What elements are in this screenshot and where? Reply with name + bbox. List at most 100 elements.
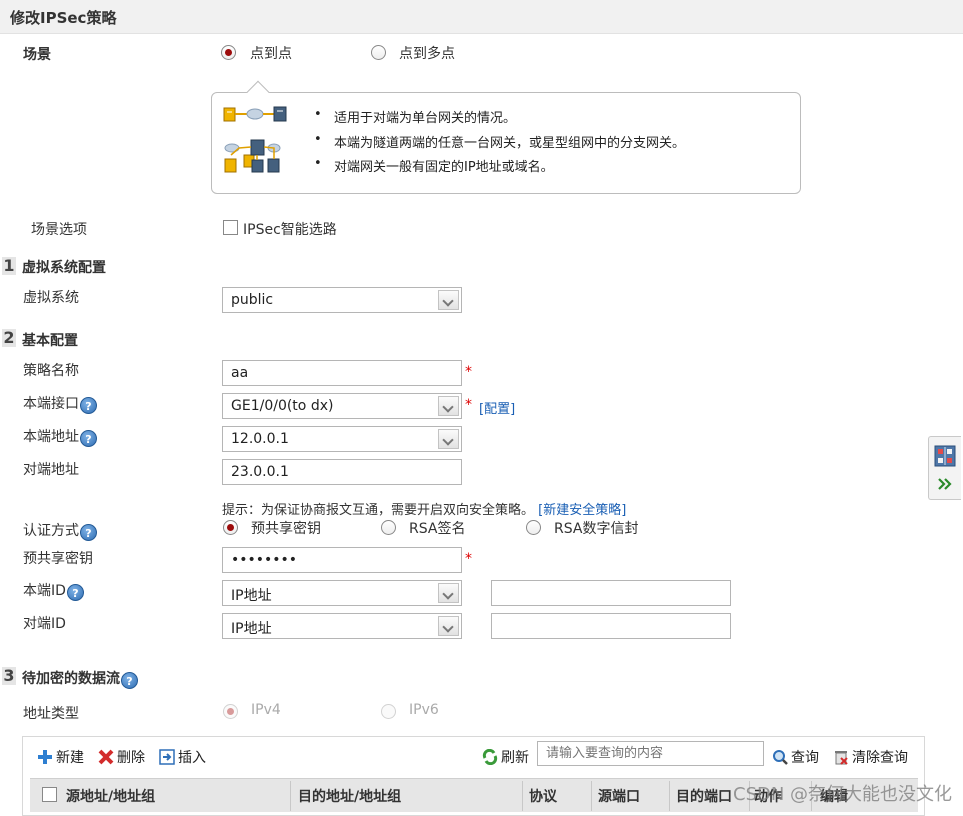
required-mark: * [465, 364, 472, 380]
col-destination-port[interactable]: 目的端口 [676, 786, 732, 806]
auth-rsa-envelope-label[interactable]: RSA数字信封 [554, 518, 638, 538]
chevron-down-icon[interactable] [438, 396, 459, 416]
help-icon[interactable]: ? [80, 524, 97, 541]
help-icon[interactable]: ? [121, 672, 138, 689]
help-icon[interactable]: ? [80, 430, 97, 447]
new-security-policy-link[interactable]: [新建安全策略] [538, 503, 626, 518]
chevron-down-icon[interactable] [438, 616, 459, 636]
peer-address-input[interactable] [222, 459, 462, 485]
page-title: 修改IPSec策略 [10, 9, 117, 27]
local-interface-value: GE1/0/0(to dx) [231, 398, 334, 414]
section-1-number: 1 [2, 256, 16, 275]
watermark: CSDN @奈何大能也没文化 [733, 784, 953, 805]
psk-label: 预共享密钥 [23, 551, 93, 567]
local-address-label: 本端地址? [23, 426, 97, 447]
col-source-address[interactable]: 源地址/地址组 [66, 786, 155, 806]
ipv6-radio[interactable] [381, 704, 396, 719]
refresh-button[interactable]: 刷新 [482, 747, 529, 767]
double-chevron-right-icon[interactable] [937, 477, 953, 491]
search-icon [772, 749, 788, 765]
section-3-title-text: 待加密的数据流 [22, 671, 120, 687]
required-mark: * [465, 551, 472, 567]
topology-panel-icon[interactable] [934, 445, 956, 467]
local-interface-label-text: 本端接口 [23, 396, 79, 412]
psk-input[interactable] [222, 547, 462, 573]
delete-button-label: 删除 [117, 750, 145, 766]
local-interface-label: 本端接口? [23, 393, 97, 414]
refresh-icon [482, 748, 498, 766]
local-address-value: 12.0.0.1 [231, 431, 289, 447]
help-icon[interactable]: ? [80, 397, 97, 414]
insert-button[interactable]: 插入 [159, 747, 206, 767]
scenario-p2mp-label[interactable]: 点到多点 [399, 43, 455, 63]
ipv4-label[interactable]: IPv4 [251, 702, 281, 718]
local-id-label: 本端ID? [23, 580, 84, 601]
select-all-checkbox[interactable] [42, 787, 57, 802]
chevron-down-icon[interactable] [438, 583, 459, 603]
peer-id-input[interactable] [491, 613, 731, 639]
info-bullet-3: 对端网关一般有固定的IP地址或域名。 [314, 156, 554, 175]
local-id-type-select[interactable]: IP地址 [222, 580, 462, 606]
search-button[interactable]: 查询 [772, 747, 819, 767]
smart-route-checkbox[interactable] [223, 220, 238, 235]
section-1-title: 虚拟系统配置 [22, 260, 106, 276]
section-3-title: 待加密的数据流? [22, 668, 138, 689]
help-icon[interactable]: ? [66, 584, 84, 601]
col-destination-address[interactable]: 目的地址/地址组 [298, 786, 401, 806]
local-id-input[interactable] [491, 580, 731, 606]
col-protocol[interactable]: 协议 [529, 786, 557, 806]
trash-icon [833, 749, 849, 765]
col-source-port[interactable]: 源端口 [598, 786, 640, 806]
local-address-label-text: 本端地址 [23, 429, 79, 445]
clear-search-button[interactable]: 清除查询 [833, 747, 908, 767]
smart-route-label[interactable]: IPSec智能选路 [243, 219, 337, 239]
local-id-label-text: 本端ID [23, 583, 66, 599]
auth-rsa-sign-label[interactable]: RSA签名 [409, 518, 465, 538]
delete-icon [98, 749, 114, 765]
section-3-number: 3 [2, 666, 16, 685]
vsys-label: 虚拟系统 [23, 290, 79, 306]
scenario-option-label: 场景选项 [31, 222, 87, 238]
auth-rsa-sign-radio[interactable] [381, 520, 396, 535]
address-type-label: 地址类型 [23, 706, 79, 722]
local-id-type-value: IP地址 [231, 588, 272, 604]
section-2-number: 2 [2, 328, 16, 347]
config-link[interactable]: [配置] [479, 398, 515, 417]
policy-name-label: 策略名称 [23, 363, 79, 379]
policy-name-input[interactable] [222, 360, 462, 386]
scenario-p2p-radio[interactable] [221, 45, 236, 60]
clear-search-button-label: 清除查询 [852, 750, 908, 766]
auth-method-label: 认证方式? [23, 520, 97, 541]
auth-psk-label[interactable]: 预共享密钥 [251, 518, 321, 538]
refresh-button-label: 刷新 [501, 750, 529, 766]
new-button-label: 新建 [56, 750, 84, 766]
hint-text: 提示：为保证协商报文互通，需要开启双向安全策略。 [222, 503, 535, 518]
vsys-value: public [231, 292, 274, 308]
info-bullet-2: 本端为隧道两端的任意一台网关，或星型组网中的分支网关。 [314, 132, 685, 151]
ipv6-label[interactable]: IPv6 [409, 702, 439, 718]
insert-button-label: 插入 [178, 750, 206, 766]
ipv4-radio[interactable] [223, 704, 238, 719]
hint-line: 提示：为保证协商报文互通，需要开启双向安全策略。 [新建安全策略] [222, 499, 626, 518]
peer-id-type-select[interactable]: IP地址 [222, 613, 462, 639]
side-panel-toggle[interactable] [928, 436, 961, 500]
required-mark: * [465, 397, 472, 413]
peer-id-label: 对端ID [23, 616, 66, 632]
delete-button[interactable]: 删除 [98, 747, 145, 767]
scenario-p2mp-radio[interactable] [371, 45, 386, 60]
vsys-select[interactable]: public [222, 287, 462, 313]
scenario-label: 场景 [23, 47, 51, 63]
insert-icon [159, 749, 175, 765]
topology-icon [223, 106, 287, 173]
local-address-select[interactable]: 12.0.0.1 [222, 426, 462, 452]
chevron-down-icon[interactable] [438, 429, 459, 449]
new-button[interactable]: 新建 [37, 747, 84, 767]
section-2-title: 基本配置 [22, 333, 78, 349]
scenario-p2p-label[interactable]: 点到点 [250, 43, 292, 63]
local-interface-select[interactable]: GE1/0/0(to dx) [222, 393, 462, 419]
search-input[interactable] [537, 741, 764, 766]
chevron-down-icon[interactable] [438, 290, 459, 310]
auth-rsa-envelope-radio[interactable] [526, 520, 541, 535]
info-bullet-1: 适用于对端为单台网关的情况。 [314, 107, 516, 126]
auth-psk-radio[interactable] [223, 520, 238, 535]
